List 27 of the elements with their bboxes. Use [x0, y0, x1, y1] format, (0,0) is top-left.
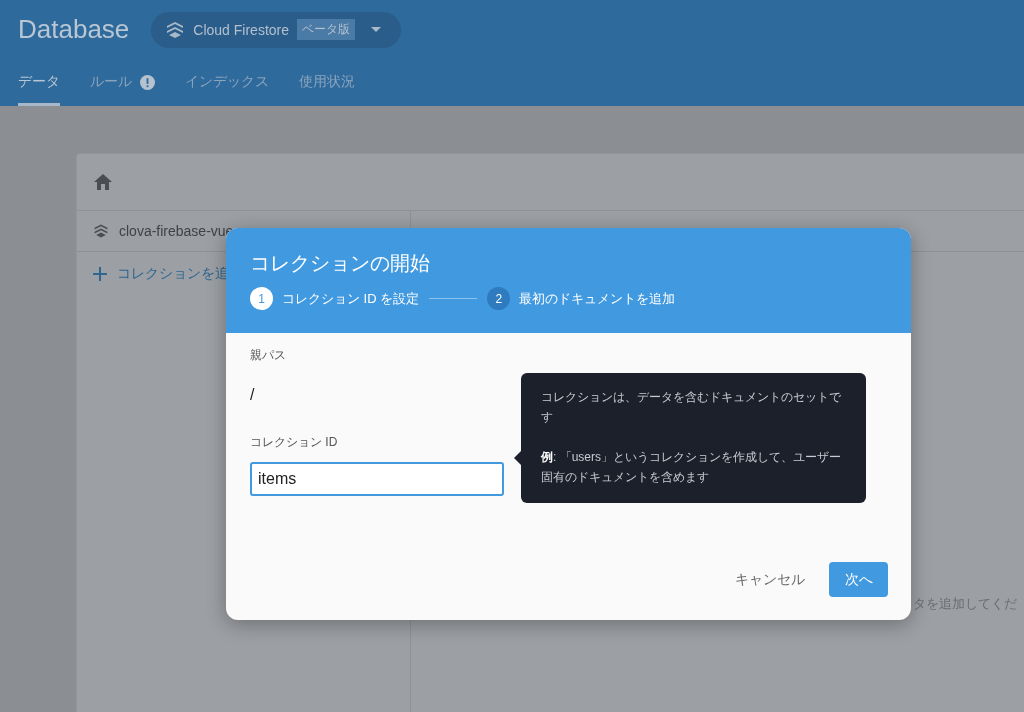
dropdown-caret-icon [371, 27, 381, 32]
layers-icon [93, 223, 109, 239]
tooltip-text: コレクションは、データを含むドキュメントのセットです [541, 389, 842, 426]
next-button[interactable]: 次へ [829, 562, 888, 597]
parent-path: / [250, 386, 255, 404]
page-title: Database [18, 14, 130, 45]
nav-tab[interactable]: ルール [90, 65, 155, 106]
cancel-button[interactable]: キャンセル [735, 562, 805, 597]
nav-tab[interactable]: データ [18, 65, 60, 106]
plus-icon [93, 267, 107, 281]
field-label: コレクション ID [250, 434, 339, 451]
product-name: Cloud Firestore [193, 21, 289, 38]
dialog-title: コレクションの開始 [250, 251, 431, 276]
layers-icon [165, 20, 186, 39]
home-icon[interactable] [93, 173, 113, 191]
nav-tab[interactable]: インデックス [185, 65, 269, 106]
step-label: コレクション ID を設定 [282, 289, 420, 308]
collection-id-field[interactable]: items [250, 462, 504, 496]
nav-tab[interactable]: 使用状況 [299, 65, 355, 106]
field-label: 親パス [250, 347, 287, 364]
product-selector[interactable]: Cloud Firestore ベータ版 [151, 11, 401, 48]
tooltip-example: 例: 「users」というコレクションを作成して、ユーザー固有のドキュメントを含めます [541, 449, 842, 486]
step-number: 1 [250, 287, 273, 310]
beta-badge: ベータ版 [297, 19, 355, 40]
step-number: 2 [487, 287, 511, 310]
project-name[interactable]: clova-firebase-vue [119, 223, 234, 239]
step-label: 最初のドキュメントを追加 [519, 289, 676, 308]
